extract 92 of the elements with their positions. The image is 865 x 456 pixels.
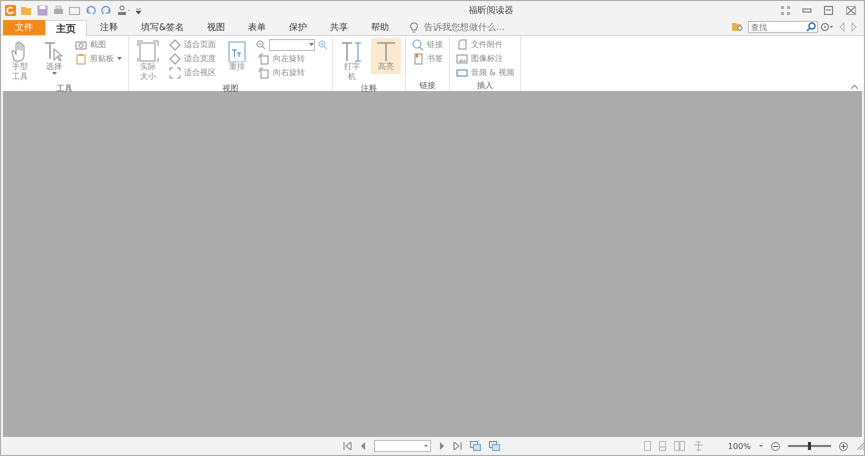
ribbon-button[interactable]: 高亮 [371, 38, 401, 74]
two-page-icon[interactable] [674, 441, 685, 451]
rotate-icon [258, 52, 270, 64]
ribbon-tab[interactable]: 主页 [45, 20, 87, 36]
caret-icon[interactable] [758, 445, 763, 447]
caret-icon [117, 57, 122, 60]
zoom-percentage[interactable]: 100% [728, 442, 751, 450]
next-icon[interactable] [850, 22, 858, 32]
ribbon-tab[interactable]: 保护 [279, 20, 318, 35]
zoom-out-icon[interactable] [256, 40, 266, 50]
ribbon-button[interactable]: 适合视区 [167, 66, 218, 79]
redo-icon[interactable] [101, 4, 112, 16]
grid-icon[interactable] [781, 6, 790, 14]
group-label: 视图 [222, 84, 240, 94]
tell-me-field[interactable]: 告诉我您想做什么... [422, 22, 536, 34]
window-title: 福昕阅读器 [468, 4, 514, 16]
ribbon-button[interactable]: 选择 [39, 38, 69, 77]
previous-page-icon[interactable] [360, 442, 366, 450]
ribbon-button[interactable]: 适合宽度 [167, 52, 218, 65]
ribbon-button[interactable]: 手型工具 [5, 38, 35, 84]
previous-icon[interactable] [838, 22, 846, 32]
ribbon-button[interactable]: 剪贴板 [73, 52, 124, 65]
first-page-icon[interactable] [343, 442, 352, 450]
search-field[interactable]: 查找 [748, 21, 818, 33]
page-number-field[interactable] [374, 440, 431, 452]
ribbon-button[interactable]: 图像标注 [454, 52, 516, 65]
slider-thumb[interactable] [808, 442, 811, 450]
zoom-out-icon[interactable] [770, 442, 780, 450]
minimize-icon[interactable] [802, 6, 812, 14]
folder-icon[interactable] [21, 4, 32, 16]
zoom-in-icon[interactable] [839, 442, 848, 450]
ribbon-button[interactable]: 音频 & 视频 [454, 66, 516, 79]
close-icon[interactable] [846, 6, 856, 14]
attachment-icon [456, 38, 468, 50]
next-page-icon[interactable] [438, 442, 445, 450]
ribbon-tab[interactable]: 表单 [238, 20, 276, 35]
ribbon-tab[interactable]: 视图 [197, 20, 236, 35]
caret-icon [309, 43, 314, 46]
highlight-text-icon [374, 40, 398, 62]
ribbon-button[interactable]: 链接 [410, 38, 445, 51]
maximize-icon[interactable] [824, 6, 834, 14]
fit-page-icon [169, 52, 181, 64]
ribbon-button[interactable]: 重排 [222, 38, 252, 74]
stamp-icon[interactable] [117, 4, 131, 16]
video-icon [456, 66, 468, 78]
ribbon-button[interactable]: 适合页面 [167, 38, 218, 51]
group-label: 工具 [56, 84, 74, 94]
settings-icon[interactable] [820, 22, 834, 32]
ribbon-button[interactable]: 打字机 [337, 38, 367, 84]
file-menu-tab[interactable]: 文件 [3, 20, 45, 35]
caret-icon [424, 445, 428, 447]
clipboard-icon [75, 52, 87, 64]
bookmark-icon [412, 52, 424, 64]
image-icon [456, 52, 468, 64]
group-label: 注释 [360, 84, 378, 94]
text-cursor-icon [340, 40, 364, 62]
ribbon-tab[interactable]: 帮助 [361, 20, 400, 35]
ribbon-button[interactable]: 书签 [410, 52, 445, 65]
save-icon[interactable] [37, 4, 48, 16]
app-logo-icon [5, 4, 16, 16]
customize-icon[interactable] [136, 6, 141, 14]
text-cursor-icon [42, 40, 66, 62]
group-label: 插入 [476, 81, 494, 91]
fit-page-icon [169, 38, 181, 50]
lightbulb-icon [410, 22, 418, 33]
camera-icon [75, 38, 87, 50]
page-frame-icon [136, 40, 160, 62]
resize-grip-icon[interactable] [856, 442, 864, 450]
find-folder-icon[interactable] [732, 22, 744, 32]
frame-icon [169, 66, 181, 78]
print-icon[interactable] [53, 4, 64, 16]
rotate-icon [258, 66, 270, 78]
ribbon-button[interactable]: 截图 [73, 38, 124, 51]
ribbon-tab[interactable]: 注释 [90, 20, 128, 35]
ribbon-button[interactable]: 向右旋转 [256, 66, 328, 79]
ribbon-button[interactable]: 向左旋转 [256, 52, 328, 65]
caret-icon [52, 72, 56, 75]
split-page-icon[interactable] [692, 441, 704, 451]
undo-icon[interactable] [85, 4, 96, 16]
zoom-combo-box[interactable] [269, 38, 315, 50]
link-icon [412, 38, 424, 50]
single-page-icon[interactable] [644, 441, 651, 451]
collapse-icon[interactable] [851, 85, 858, 89]
continuous-page-icon[interactable] [658, 441, 666, 451]
ribbon-button[interactable]: 实际大小 [133, 38, 163, 84]
ribbon-button[interactable]: 文件附件 [454, 38, 516, 51]
previous-view-icon[interactable] [470, 441, 481, 451]
group-label: 链接 [418, 81, 436, 91]
ribbon-tab[interactable]: 填写&签名 [131, 20, 194, 35]
ribbon-tab[interactable]: 共享 [320, 20, 358, 35]
next-view-icon[interactable] [488, 441, 500, 451]
last-page-icon[interactable] [452, 442, 462, 450]
